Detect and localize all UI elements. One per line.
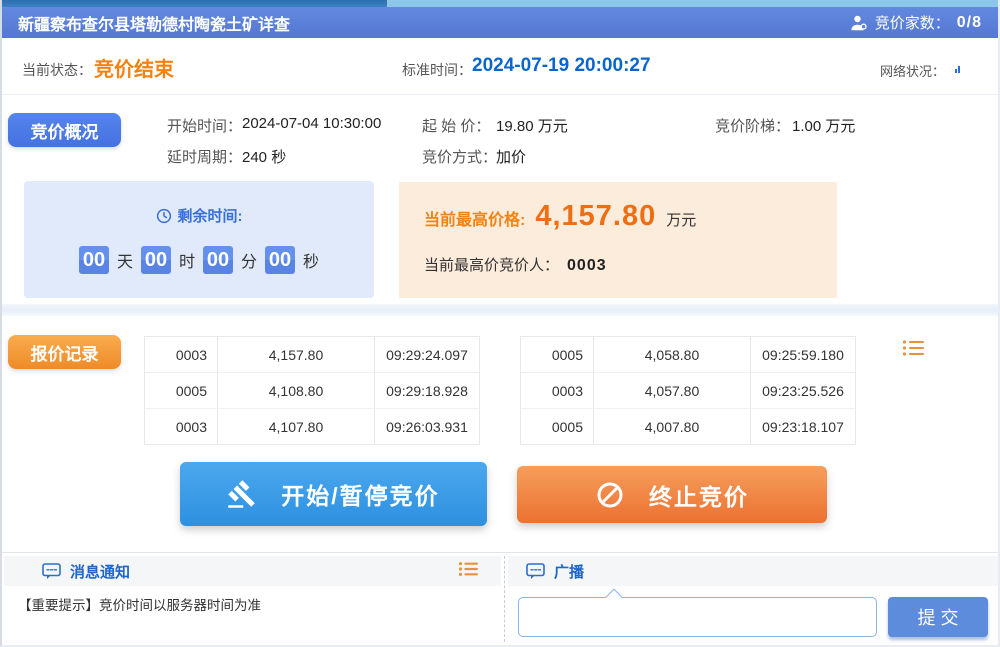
overview-badge: 竞价概况: [8, 113, 121, 147]
broadcast-input-wrap: [518, 597, 877, 637]
terminate-label: 终止竞价: [649, 478, 749, 512]
countdown-digits: 00 天 00 时 00 分 00 秒: [79, 246, 319, 274]
bid-time: 09:23:25.526: [751, 373, 855, 408]
bid-table-right: 0005 4,058.80 09:25:59.180 0003 4,057.80…: [520, 336, 856, 445]
bid-price: 4,157.80: [218, 337, 375, 372]
bid-time: 09:25:59.180: [751, 337, 855, 372]
highest-price-value: 4,157.80: [535, 200, 656, 233]
bidders-label: 竞价家数：: [875, 12, 950, 33]
bid-price: 4,007.80: [594, 409, 751, 444]
bid-table-left: 0003 4,157.80 09:29:24.097 0005 4,108.80…: [144, 336, 480, 445]
terminate-button[interactable]: 终止竞价: [517, 466, 827, 523]
auction-page: 新疆察布查尔县塔勒德村陶瓷土矿详查 竞价家数： 0/8 当前状态： 竞价结束 标…: [0, 0, 1000, 647]
broadcast-title: 广播: [554, 561, 584, 582]
submit-button[interactable]: 提 交: [888, 597, 988, 637]
prohibition-icon: [595, 480, 625, 510]
bid-price: 4,107.80: [218, 409, 375, 444]
base-price-label: 起 始 价：: [422, 115, 490, 136]
countdown-title: 剩余时间:: [156, 205, 243, 226]
delay-value: 240 秒: [242, 146, 286, 167]
start-time-label: 开始时间：: [167, 115, 242, 136]
countdown-hours: 00: [141, 246, 171, 274]
bid-price: 4,058.80: [594, 337, 751, 372]
divider-line: [2, 94, 998, 95]
message-icon: [42, 563, 61, 580]
unit-day: 天: [117, 248, 133, 272]
title-bar: 新疆察布查尔县塔勒德村陶瓷土矿详查 竞价家数： 0/8: [2, 7, 998, 38]
network-label: 网络状况：: [880, 61, 945, 80]
bottom-column-divider: [504, 556, 505, 642]
bid-row: 0003 4,057.80 09:23:25.526: [521, 373, 855, 409]
countdown-label: 剩余时间:: [178, 205, 243, 226]
highest-price-label: 当前最高价格:: [424, 206, 525, 230]
delay-label: 延时周期：: [167, 146, 242, 167]
bid-time: 09:29:24.097: [375, 337, 479, 372]
records-list-icon[interactable]: [902, 339, 925, 362]
method-value: 加价: [496, 146, 526, 167]
bid-row: 0005 4,108.80 09:29:18.928: [145, 373, 479, 409]
network-signal-icon: [955, 66, 960, 73]
highest-price-panel: 当前最高价格: 4,157.80 万元 当前最高价竞价人： 0003: [399, 182, 837, 298]
bid-bidder: 0003: [145, 409, 218, 444]
base-price-value: 19.80 万元: [496, 115, 568, 136]
bid-row: 0005 4,058.80 09:25:59.180: [521, 337, 855, 373]
bidder-count: 竞价家数： 0/8: [849, 12, 982, 33]
unit-second: 秒: [303, 248, 319, 272]
standard-time: 2024-07-19 20:00:27: [472, 55, 651, 77]
notice-header: 消息通知: [4, 556, 501, 586]
bid-row: 0003 4,157.80 09:29:24.097: [145, 337, 479, 373]
broadcast-input[interactable]: [518, 597, 877, 637]
highest-bidder-label: 当前最高价竞价人：: [424, 254, 559, 275]
bid-bidder: 0005: [521, 409, 594, 444]
notice-list-icon[interactable]: [458, 561, 479, 582]
bid-bidder: 0005: [145, 373, 218, 408]
broadcast-icon: [526, 563, 545, 580]
bid-bidder: 0003: [145, 337, 218, 372]
clock-icon: [156, 208, 172, 224]
state-value: 竞价结束: [94, 53, 174, 82]
countdown-days: 00: [79, 246, 109, 274]
bid-records-badge: 报价记录: [8, 335, 121, 369]
start-pause-button[interactable]: 开始/暂停竞价: [180, 462, 487, 526]
step-value: 1.00 万元: [792, 115, 855, 136]
bid-bidder: 0003: [521, 373, 594, 408]
countdown-panel: 剩余时间: 00 天 00 时 00 分 00 秒: [24, 181, 374, 298]
unit-hour: 时: [179, 248, 195, 272]
time-label: 标准时间：: [402, 60, 472, 80]
bid-price: 4,057.80: [594, 373, 751, 408]
bid-time: 09:29:18.928: [375, 373, 479, 408]
unit-minute: 分: [241, 248, 257, 272]
top-strip: [2, 0, 998, 7]
top-progress-bar: [2, 0, 387, 7]
notice-title: 消息通知: [70, 561, 130, 582]
section-divider: [2, 304, 998, 316]
highest-bidder-value: 0003: [567, 257, 607, 275]
highest-price-row: 当前最高价格: 4,157.80 万元: [424, 200, 696, 233]
countdown-minutes: 00: [203, 246, 233, 274]
start-pause-label: 开始/暂停竞价: [281, 477, 439, 511]
notice-message: 【重要提示】竞价时间以服务器时间为准: [18, 594, 261, 614]
bottom-divider-line: [2, 552, 998, 553]
gavel-icon: [227, 479, 257, 509]
bidders-icon: [849, 14, 868, 32]
countdown-seconds: 00: [265, 246, 295, 274]
page-title: 新疆察布查尔县塔勒德村陶瓷土矿详查: [18, 11, 290, 35]
state-label: 当前状态：: [22, 60, 92, 80]
bid-time: 09:26:03.931: [375, 409, 479, 444]
broadcast-header: 广播: [508, 556, 1000, 586]
highest-price-unit: 万元: [666, 209, 696, 230]
bid-price: 4,108.80: [218, 373, 375, 408]
highest-bidder-row: 当前最高价竞价人： 0003: [424, 254, 607, 275]
step-label: 竞价阶梯：: [715, 115, 790, 136]
bid-row: 0005 4,007.80 09:23:18.107: [521, 409, 855, 444]
method-label: 竞价方式：: [422, 146, 497, 167]
bid-time: 09:23:18.107: [751, 409, 855, 444]
bid-row: 0003 4,107.80 09:26:03.931: [145, 409, 479, 444]
bid-bidder: 0005: [521, 337, 594, 372]
bidders-value: 0/8: [957, 14, 982, 32]
start-time-value: 2024-07-04 10:30:00: [242, 115, 381, 132]
